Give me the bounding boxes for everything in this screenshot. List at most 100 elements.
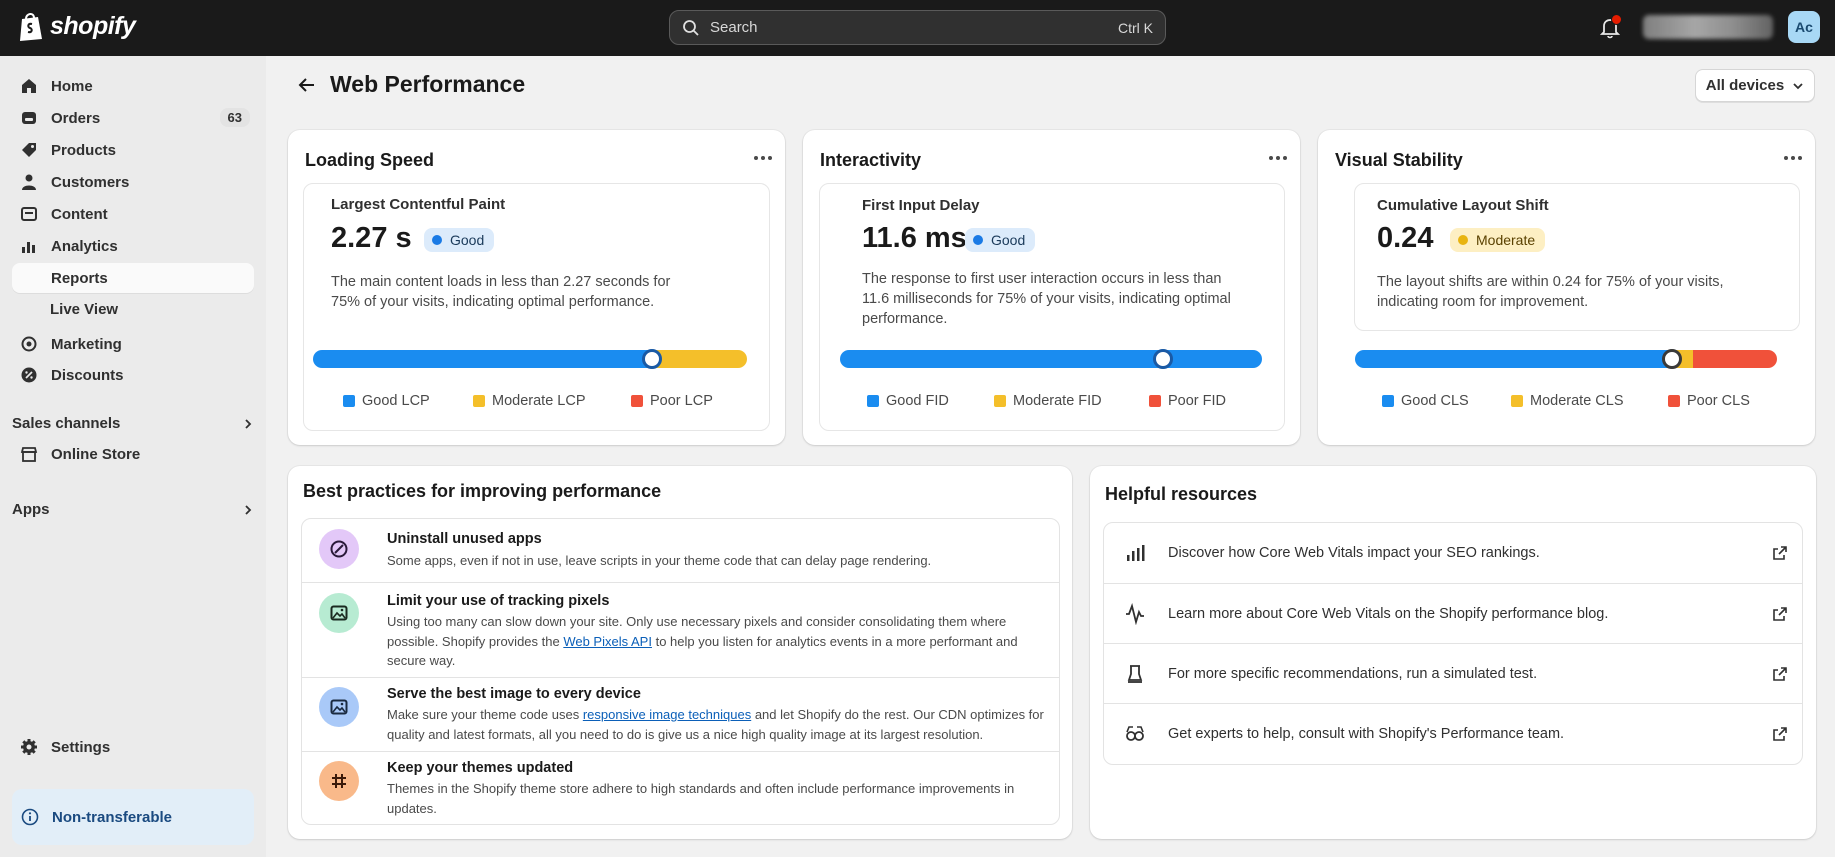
bar-chart-icon — [19, 236, 39, 256]
resource-link-seo[interactable]: Discover how Core Web Vitals impact your… — [1104, 523, 1802, 583]
sidebar-item-analytics[interactable]: Analytics — [12, 231, 254, 261]
sidebar-item-label: Settings — [51, 738, 111, 756]
sidebar-item-home[interactable]: Home — [12, 71, 254, 101]
experts-icon — [1126, 726, 1144, 741]
resources-list: Discover how Core Web Vitals impact your… — [1103, 522, 1803, 765]
item-description: Using too many can slow down your site. … — [387, 614, 1018, 668]
legend-moderate: Moderate FID — [994, 393, 1102, 409]
store-icon — [19, 444, 39, 464]
sidebar-item-discounts[interactable]: Discounts — [12, 360, 254, 390]
search-bar[interactable]: Search Ctrl K — [669, 10, 1166, 45]
sidebar-item-label: Marketing — [51, 335, 122, 353]
sidebar-item-reports[interactable]: Reports — [12, 263, 254, 293]
devices-dropdown[interactable]: All devices — [1695, 69, 1815, 102]
percentile-marker — [1661, 349, 1682, 369]
status-badge: Good — [424, 228, 495, 252]
item-title: Limit your use of tracking pixels — [387, 593, 610, 609]
legend-poor: Poor CLS — [1668, 393, 1750, 409]
status-badge: Good — [965, 228, 1036, 252]
good-segment — [1355, 350, 1672, 368]
list-item[interactable]: Keep your themes updated Themes in the S… — [302, 751, 1059, 824]
metric-value: 11.6 ms — [862, 222, 967, 254]
resource-text: Learn more about Core Web Vitals on the … — [1168, 605, 1609, 622]
external-link-icon — [1773, 666, 1787, 681]
visual-stability-card: Visual Stability Cumulative Layout Shift… — [1318, 130, 1815, 445]
sidebar-item-live-view[interactable]: Live View — [50, 301, 118, 318]
metric-value: 2.27 s — [331, 222, 412, 254]
notification-dot — [1611, 14, 1622, 25]
search-icon — [683, 19, 699, 36]
sidebar-item-settings[interactable]: Settings — [12, 732, 254, 762]
non-transferable-label: Non-transferable — [52, 808, 173, 826]
best-practices-list: Uninstall unused apps Some apps, even if… — [301, 518, 1060, 825]
sidebar-section-apps[interactable]: Apps — [12, 501, 254, 518]
sidebar-item-customers[interactable]: Customers — [12, 167, 254, 197]
responsive-image-link[interactable]: responsive image techniques — [583, 707, 751, 722]
percentile-marker — [1152, 349, 1173, 369]
orders-icon — [19, 108, 39, 128]
sidebar-item-label: Discounts — [51, 366, 124, 384]
metric-label: Cumulative Layout Shift — [1377, 197, 1549, 214]
legend-good: Good FID — [867, 393, 949, 409]
more-options-icon[interactable] — [754, 154, 776, 162]
back-arrow-icon[interactable] — [296, 74, 318, 96]
metric-description: The main content loads in less than 2.27… — [331, 274, 671, 310]
list-item[interactable]: Limit your use of tracking pixels Using … — [302, 582, 1059, 677]
sidebar-item-products[interactable]: Products — [12, 135, 254, 165]
card-title: Helpful resources — [1105, 484, 1258, 504]
image-icon — [319, 593, 359, 633]
test-icon — [1127, 665, 1143, 683]
web-pixels-api-link[interactable]: Web Pixels API — [563, 634, 652, 649]
sliders-icon — [319, 761, 359, 801]
item-description: Some apps, even if not in use, leave scr… — [387, 553, 932, 568]
resource-link-blog[interactable]: Learn more about Core Web Vitals on the … — [1104, 583, 1802, 643]
shopify-bag-icon — [20, 13, 42, 41]
legend-poor: Poor LCP — [631, 393, 713, 409]
metric-description: The response to first user interaction o… — [862, 271, 1231, 327]
discount-icon — [19, 365, 39, 385]
sidebar-item-marketing[interactable]: Marketing — [12, 329, 254, 359]
shopify-logo[interactable]: shopify — [18, 11, 136, 42]
good-segment — [313, 350, 652, 368]
card-title: Visual Stability — [1335, 150, 1463, 170]
legend-moderate: Moderate CLS — [1511, 393, 1624, 409]
metric-description: The layout shifts are within 0.24 for 75… — [1377, 274, 1724, 310]
resource-text: Get experts to help, consult with Shopif… — [1168, 725, 1565, 742]
card-title: Loading Speed — [305, 150, 435, 170]
sidebar-item-label: Customers — [51, 173, 130, 191]
signal-icon — [1127, 545, 1145, 561]
store-name-blurred[interactable] — [1643, 15, 1773, 39]
external-link-icon — [1773, 546, 1787, 560]
resource-link-simulated-test[interactable]: For more specific recommendations, run a… — [1104, 643, 1802, 703]
page-title: Web Performance — [330, 71, 526, 97]
distribution-bar — [840, 350, 1262, 368]
sidebar-item-content[interactable]: Content — [12, 199, 254, 229]
more-options-icon[interactable] — [1784, 154, 1806, 162]
sidebar-section-sales-channels[interactable]: Sales channels — [12, 415, 254, 432]
item-description: Make sure your theme code uses responsiv… — [387, 707, 1044, 742]
orders-count-badge: 63 — [219, 108, 250, 127]
sidebar-item-label: Home — [51, 77, 93, 95]
poor-segment — [1692, 350, 1777, 368]
more-options-icon[interactable] — [1269, 154, 1291, 162]
interactivity-card: Interactivity First Input Delay 11.6 ms … — [803, 130, 1300, 445]
top-bar: shopify Search Ctrl K Ac — [0, 0, 1835, 56]
list-item[interactable]: Serve the best image to every device Mak… — [302, 677, 1059, 751]
chevron-down-icon — [1793, 82, 1803, 89]
list-item[interactable]: Uninstall unused apps Some apps, even if… — [302, 519, 1059, 582]
legend-moderate: Moderate LCP — [473, 393, 586, 409]
avatar[interactable]: Ac — [1788, 11, 1820, 43]
sidebar: Home Orders 63 Products Customers Conten… — [0, 56, 266, 857]
info-icon — [21, 808, 39, 826]
non-transferable-banner[interactable]: Non-transferable — [12, 789, 254, 845]
item-title: Serve the best image to every device — [387, 686, 641, 702]
resource-text: For more specific recommendations, run a… — [1168, 665, 1538, 682]
sidebar-item-orders[interactable]: Orders 63 — [12, 103, 254, 133]
sidebar-item-label: Reports — [51, 269, 108, 287]
section-label: Apps — [12, 501, 50, 518]
resource-link-experts[interactable]: Get experts to help, consult with Shopif… — [1104, 703, 1802, 763]
sidebar-item-online-store[interactable]: Online Store — [12, 439, 254, 469]
pulse-icon — [1126, 603, 1144, 625]
section-label: Sales channels — [12, 415, 121, 432]
block-icon — [319, 529, 359, 569]
